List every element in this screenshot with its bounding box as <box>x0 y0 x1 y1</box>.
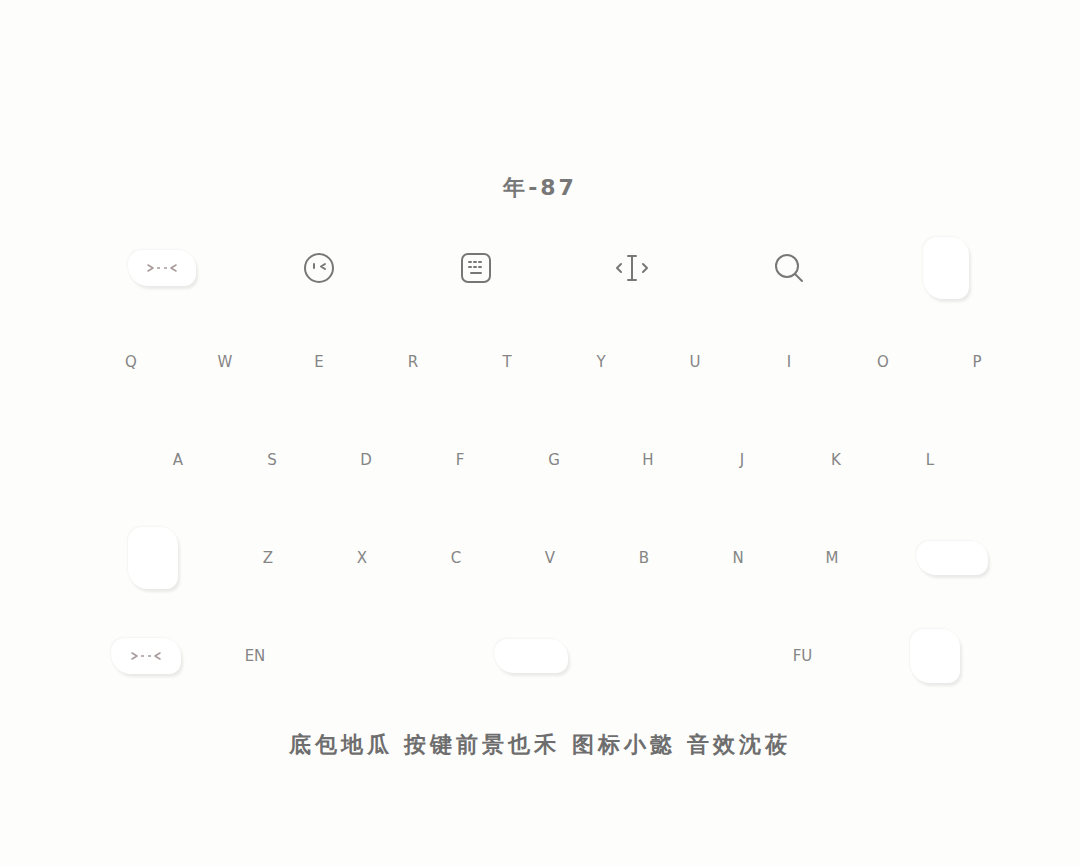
shift-key[interactable] <box>128 527 178 589</box>
letter-key[interactable]: M <box>785 538 879 578</box>
letter-key[interactable]: D <box>319 440 413 480</box>
collapse-icon[interactable] <box>923 237 969 299</box>
letter-key[interactable]: B <box>597 538 691 578</box>
letter-key[interactable]: H <box>601 440 695 480</box>
letter-key[interactable]: U <box>648 342 742 382</box>
key-row: ZXCVBNM <box>84 509 1024 607</box>
letter-key[interactable]: Z <box>221 538 315 578</box>
letter-key[interactable]: W <box>178 342 272 382</box>
cursor-icon[interactable] <box>614 251 650 285</box>
letter-key[interactable]: L <box>883 440 977 480</box>
function-key[interactable]: FU <box>760 636 845 676</box>
search-icon[interactable] <box>772 251 806 285</box>
face-icon <box>129 651 163 661</box>
symbol-key[interactable] <box>111 638 181 674</box>
letter-key[interactable]: O <box>836 342 930 382</box>
letter-key[interactable]: R <box>366 342 460 382</box>
letter-key[interactable]: S <box>225 440 319 480</box>
letter-key[interactable]: K <box>789 440 883 480</box>
letter-key[interactable]: F <box>413 440 507 480</box>
letter-key[interactable]: X <box>315 538 409 578</box>
face-icon <box>145 263 179 273</box>
keyboard-skin-preview: 年-87QWERTYUIOPASDFGHJKLZXCVBNMENFU底包地瓜 按… <box>0 0 1080 866</box>
letter-key[interactable]: J <box>695 440 789 480</box>
letter-key[interactable]: A <box>131 440 225 480</box>
letter-key[interactable]: Y <box>554 342 648 382</box>
toolbar <box>84 237 1024 297</box>
letter-key[interactable]: I <box>742 342 836 382</box>
key-row: ASDFGHJKL <box>84 411 1024 509</box>
keyboard: QWERTYUIOPASDFGHJKLZXCVBNMENFU <box>84 204 1024 705</box>
language-key[interactable]: EN <box>208 636 302 676</box>
letter-key[interactable]: G <box>507 440 601 480</box>
letter-key[interactable]: V <box>503 538 597 578</box>
letter-key[interactable]: Q <box>84 342 178 382</box>
emoji-icon[interactable] <box>302 251 336 285</box>
key-row: EN FU <box>84 607 1024 705</box>
keyboard-icon[interactable] <box>459 251 493 285</box>
delete-key[interactable] <box>916 541 988 575</box>
skin-title: 年-87 <box>503 172 577 204</box>
enter-key[interactable] <box>910 629 960 683</box>
cloud-icon[interactable] <box>128 250 196 286</box>
credits-caption: 底包地瓜 按键前景也禾 图标小懿 音效沈莜 <box>289 730 792 760</box>
space-key[interactable] <box>494 639 568 673</box>
letter-key[interactable]: T <box>460 342 554 382</box>
key-row: QWERTYUIOP <box>84 313 1024 411</box>
letter-key[interactable]: P <box>930 342 1024 382</box>
letter-key[interactable]: N <box>691 538 785 578</box>
letter-key[interactable]: E <box>272 342 366 382</box>
letter-key[interactable]: C <box>409 538 503 578</box>
